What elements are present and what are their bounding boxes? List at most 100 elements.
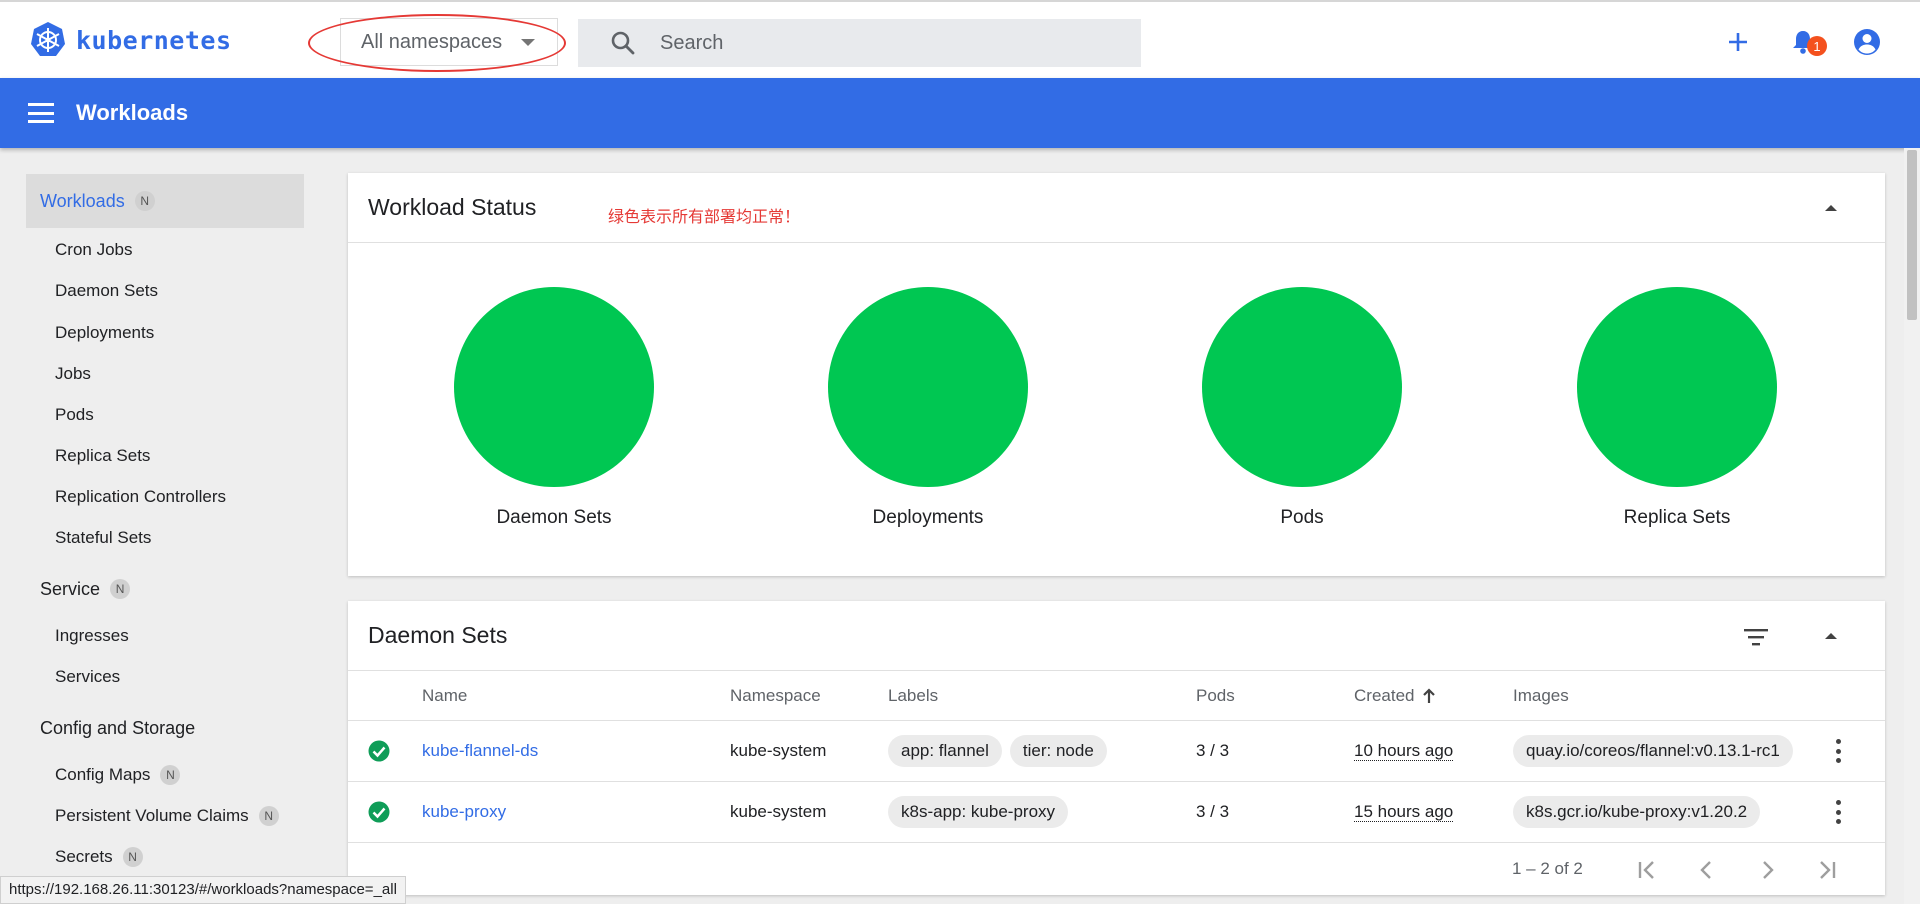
sidebar-section-label: Workloads — [40, 190, 125, 211]
namespaced-badge: N — [134, 191, 155, 211]
row-actions-button[interactable] — [1835, 721, 1841, 781]
scrollbar-thumb[interactable] — [1907, 150, 1917, 320]
collapse-caret-icon[interactable] — [1825, 633, 1837, 639]
sidebar-item-label: Persistent Volume Claims — [55, 806, 249, 825]
paginator: 1 – 2 of 2 — [348, 843, 1885, 895]
sidebar-item-label: Config Maps — [55, 765, 151, 784]
search-bar[interactable] — [578, 19, 1141, 67]
sidebar-item-persistent-volume-claims[interactable]: Persistent Volume Claims N — [55, 804, 279, 828]
namespace-cell: kube-system — [730, 741, 827, 760]
status-circle — [828, 287, 1028, 487]
sidebar-section-label: Service — [40, 578, 101, 599]
daemon-set-name-link[interactable]: kube-proxy — [422, 782, 506, 842]
card-title: Workload Status — [368, 194, 537, 220]
namespace-select[interactable]: All namespaces — [340, 18, 558, 66]
user-account-button[interactable] — [1851, 26, 1883, 58]
namespaced-badge: N — [160, 765, 181, 785]
first-page-icon[interactable] — [1634, 857, 1660, 883]
notifications-button[interactable]: 1 — [1787, 26, 1827, 58]
collapse-caret-icon[interactable] — [1825, 205, 1837, 211]
annotation-note: 绿色表示所有部署均正常！ — [608, 209, 801, 226]
labels-cell: app: flannel tier: node — [888, 721, 1115, 781]
sidebar-item-daemon-sets[interactable]: Daemon Sets — [55, 279, 158, 303]
sidebar-section-label: Config and Storage — [40, 717, 196, 738]
status-daemon-sets: Daemon Sets — [424, 287, 684, 529]
sidebar-item-replication-controllers[interactable]: Replication Controllers — [55, 485, 226, 509]
status-replica-sets: Replica Sets — [1547, 287, 1807, 529]
column-header-namespace[interactable]: Namespace — [730, 671, 821, 720]
daemon-sets-card: Daemon Sets Name Namespace Labels Pods C… — [348, 601, 1885, 895]
image-chip: k8s.gcr.io/kube-proxy:v1.20.2 — [1513, 796, 1761, 828]
status-label: Replica Sets — [1623, 507, 1731, 528]
status-pods: Pods — [1172, 287, 1432, 529]
card-header: Daemon Sets — [348, 601, 1885, 671]
sidebar-item-services[interactable]: Services — [55, 665, 120, 689]
page-scrollbar[interactable] — [1904, 148, 1920, 904]
created-time: 10 hours ago — [1354, 740, 1454, 761]
hamburger-menu-icon[interactable] — [28, 103, 54, 123]
logo-text: kubernetes — [76, 25, 232, 55]
kubernetes-helm-icon — [31, 22, 65, 56]
column-header-images: Images — [1513, 685, 1569, 705]
sidebar-item-stateful-sets[interactable]: Stateful Sets — [55, 526, 151, 550]
top-bar: kubernetes All namespaces 1 — [0, 0, 1920, 78]
sidebar: Workloads N Cron Jobs Daemon Sets Deploy… — [0, 148, 330, 904]
sidebar-item-ingresses[interactable]: Ingresses — [55, 624, 129, 648]
column-header-label: Created — [1354, 685, 1415, 705]
browser-status-url: https://192.168.26.11:30123/#/workloads?… — [0, 876, 406, 904]
table-header: Name Namespace Labels Pods Created Image… — [348, 671, 1885, 721]
last-page-icon[interactable] — [1814, 857, 1840, 883]
section-toolbar: Workloads — [0, 78, 1920, 148]
sidebar-item-pods[interactable]: Pods — [55, 403, 94, 427]
namespace-cell: kube-system — [730, 802, 827, 821]
page-title: Workloads — [76, 100, 189, 125]
daemon-set-name-link[interactable]: kube-flannel-ds — [422, 721, 538, 781]
label-chip: app: flannel — [888, 735, 1002, 767]
search-input[interactable] — [660, 31, 1100, 55]
sidebar-section-config-and-storage[interactable]: Config and Storage — [26, 701, 304, 755]
sidebar-item-jobs[interactable]: Jobs — [55, 362, 91, 386]
more-vert-icon — [1835, 739, 1841, 763]
labels-cell: k8s-app: kube-proxy — [888, 782, 1076, 842]
check-circle-icon — [368, 740, 390, 762]
filter-list-icon[interactable] — [1743, 627, 1769, 647]
previous-page-icon[interactable] — [1694, 857, 1720, 883]
column-header-name[interactable]: Name — [422, 671, 467, 720]
status-ok-cell — [368, 721, 390, 781]
kubernetes-logo[interactable]: kubernetes — [28, 20, 232, 60]
sidebar-item-cron-jobs[interactable]: Cron Jobs — [55, 238, 132, 262]
sidebar-item-config-maps[interactable]: Config Maps N — [55, 763, 181, 787]
status-deployments: Deployments — [798, 287, 1058, 529]
pods-cell: 3 / 3 — [1196, 741, 1230, 760]
pods-cell: 3 / 3 — [1196, 802, 1230, 821]
created-cell: 10 hours ago — [1354, 721, 1454, 781]
more-vert-icon — [1835, 800, 1841, 824]
card-title: Daemon Sets — [368, 622, 508, 648]
status-circle — [454, 287, 654, 487]
caret-down-icon — [521, 39, 535, 46]
status-label: Pods — [1280, 507, 1324, 528]
sidebar-section-workloads[interactable]: Workloads N — [26, 174, 304, 228]
namespaced-badge: N — [122, 847, 143, 867]
search-icon — [611, 31, 635, 55]
status-label: Daemon Sets — [496, 507, 612, 528]
sort-arrow-up-icon — [1423, 687, 1436, 703]
row-actions-button[interactable] — [1835, 782, 1841, 842]
notification-count-badge: 1 — [1807, 36, 1827, 56]
images-cell: quay.io/coreos/flannel:v0.13.1-rc1 — [1513, 721, 1801, 781]
card-header: Workload Status 绿色表示所有部署均正常！ — [348, 173, 1885, 243]
namespaced-badge: N — [258, 806, 279, 826]
created-time: 15 hours ago — [1354, 801, 1454, 822]
column-header-created[interactable]: Created — [1354, 671, 1436, 720]
sidebar-item-deployments[interactable]: Deployments — [55, 321, 154, 345]
table-row: kube-flannel-ds kube-system app: flannel… — [348, 721, 1885, 782]
create-button[interactable] — [1722, 26, 1754, 58]
column-header-pods: Pods — [1196, 685, 1235, 705]
created-cell: 15 hours ago — [1354, 782, 1454, 842]
sidebar-section-service[interactable]: Service N — [26, 562, 304, 616]
column-header-labels: Labels — [888, 685, 939, 705]
next-page-icon[interactable] — [1754, 857, 1780, 883]
status-label: Deployments — [872, 507, 984, 528]
sidebar-item-replica-sets[interactable]: Replica Sets — [55, 444, 150, 468]
sidebar-item-secrets[interactable]: Secrets N — [55, 845, 143, 869]
